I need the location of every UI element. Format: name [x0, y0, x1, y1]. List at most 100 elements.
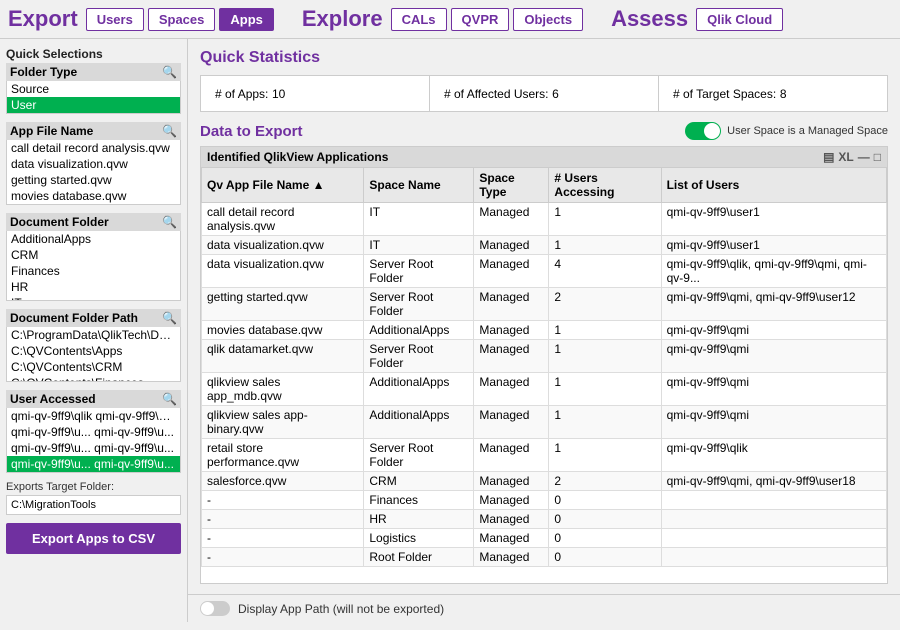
table-header-row: Qv App File Name ▲ Space Name Space Type… [202, 168, 887, 203]
list-item[interactable]: call detail record analysis.qvw [7, 140, 180, 156]
list-item[interactable]: movies database.qvw [7, 188, 180, 204]
list-item[interactable]: qmi-qv-9ff9\u... qmi-qv-9ff9\u... [7, 424, 180, 440]
list-item[interactable]: CRM [7, 247, 180, 263]
table-cell: Server Root Folder [364, 340, 474, 373]
list-item[interactable]: qmi-qv-9ff9\qlik qmi-qv-9ff9\qmi [7, 408, 180, 424]
table-cell: Managed [474, 373, 549, 406]
document-folder-group: Document Folder 🔍 AdditionalApps CRM Fin… [6, 213, 181, 301]
qlik-cloud-button[interactable]: Qlik Cloud [696, 8, 783, 31]
table-header-label: Identified QlikView Applications [207, 150, 388, 164]
table-cell: Managed [474, 472, 549, 491]
display-app-path-label: Display App Path (will not be exported) [238, 602, 444, 616]
num-spaces-stat: # of Target Spaces: 8 [659, 76, 887, 111]
top-nav: Export Users Spaces Apps Explore CALs QV… [0, 0, 900, 39]
table-cell: salesforce.qvw [202, 472, 364, 491]
table-cell: Managed [474, 203, 549, 236]
folder-type-list: Source User [6, 81, 181, 114]
folder-type-user[interactable]: User [7, 97, 180, 113]
col-list-users[interactable]: List of Users [661, 168, 886, 203]
col-space-type[interactable]: Space Type [474, 168, 549, 203]
folder-type-search-icon[interactable]: 🔍 [162, 65, 177, 79]
table-cell: qmi-qv-9ff9\qmi [661, 406, 886, 439]
table-cell: call detail record analysis.qvw [202, 203, 364, 236]
table-row: qlikview sales app-binary.qvwAdditionalA… [202, 406, 887, 439]
table-cell: 4 [549, 255, 661, 288]
table-cell: Server Root Folder [364, 288, 474, 321]
quick-stats-title: Quick Statistics [200, 49, 888, 67]
table-cell: - [202, 491, 364, 510]
table-icons: ▤ XL — □ [823, 150, 881, 164]
table-grid-icon[interactable]: ▤ [823, 150, 834, 164]
table-cell: Managed [474, 321, 549, 340]
table-cell: Server Root Folder [364, 439, 474, 472]
table-cell: qmi-qv-9ff9\qlik [661, 439, 886, 472]
col-qv-app[interactable]: Qv App File Name ▲ [202, 168, 364, 203]
table-row: movies database.qvwAdditionalAppsManaged… [202, 321, 887, 340]
num-users-value: 6 [552, 87, 559, 101]
table-scroll[interactable]: Qv App File Name ▲ Space Name Space Type… [201, 167, 887, 583]
table-cell: 1 [549, 340, 661, 373]
table-row: data visualization.qvwServer Root Folder… [202, 255, 887, 288]
app-file-name-search-icon[interactable]: 🔍 [162, 124, 177, 138]
exports-target-path-input[interactable] [6, 495, 181, 515]
table-cell: Root Folder [364, 548, 474, 567]
list-item[interactable]: data visualization.qvw [7, 156, 180, 172]
table-window-icon[interactable]: □ [874, 150, 881, 164]
user-accessed-label: User Accessed [10, 392, 96, 406]
bottom-bar: Display App Path (will not be exported) [188, 594, 900, 622]
table-cell: qmi-qv-9ff9\user1 [661, 236, 886, 255]
qvpr-button[interactable]: QVPR [451, 8, 510, 31]
folder-type-label: Folder Type [10, 65, 77, 79]
document-folder-label: Document Folder [10, 215, 109, 229]
toggle-knob [704, 123, 720, 139]
document-folder-path-search-icon[interactable]: 🔍 [162, 311, 177, 325]
users-button[interactable]: Users [86, 8, 144, 31]
list-item[interactable]: AdditionalApps [7, 231, 180, 247]
table-row: -FinancesManaged0 [202, 491, 887, 510]
apps-table: Qv App File Name ▲ Space Name Space Type… [201, 167, 887, 567]
table-cell: 0 [549, 510, 661, 529]
spaces-button[interactable]: Spaces [148, 8, 216, 31]
toggle-sm-knob [201, 602, 214, 615]
apps-button[interactable]: Apps [219, 8, 274, 31]
table-wrapper: Identified QlikView Applications ▤ XL — … [200, 146, 888, 584]
list-item[interactable]: IT [7, 295, 180, 301]
data-export-title: Data to Export [200, 123, 303, 140]
list-item[interactable]: C:\ProgramData\QlikTech\Docum... [7, 327, 180, 343]
display-app-path-toggle[interactable] [200, 601, 230, 616]
user-accessed-search-icon[interactable]: 🔍 [162, 392, 177, 406]
table-cell: qmi-qv-9ff9\qlik, qmi-qv-9ff9\qmi, qmi-q… [661, 255, 886, 288]
assess-section-label: Assess [611, 6, 688, 32]
col-space-name[interactable]: Space Name [364, 168, 474, 203]
table-cell: - [202, 548, 364, 567]
list-item[interactable]: Finances [7, 263, 180, 279]
list-item[interactable]: qmi-qv-9ff9\u... qmi-qv-9ff9\u... [7, 440, 180, 456]
list-item[interactable]: C:\QVContents\CRM [7, 359, 180, 375]
left-panel: Quick Selections Folder Type 🔍 Source Us… [0, 39, 188, 622]
document-folder-search-icon[interactable]: 🔍 [162, 215, 177, 229]
table-cell: AdditionalApps [364, 373, 474, 406]
objects-button[interactable]: Objects [513, 8, 583, 31]
table-xl-icon[interactable]: XL [838, 150, 853, 164]
list-item[interactable]: getting started.qvw [7, 172, 180, 188]
export-apps-button[interactable]: Export Apps to CSV [6, 523, 181, 554]
user-accessed-list: qmi-qv-9ff9\qlik qmi-qv-9ff9\qmi qmi-qv-… [6, 408, 181, 473]
table-cell: movies database.qvw [202, 321, 364, 340]
list-item[interactable]: qmi-qv-9ff9\u... qmi-qv-9ff9\u... [7, 456, 180, 472]
app-file-name-label: App File Name [10, 124, 93, 138]
col-users-accessing[interactable]: # Users Accessing [549, 168, 661, 203]
table-cell [661, 510, 886, 529]
table-cell: qmi-qv-9ff9\qmi, qmi-qv-9ff9\user12 [661, 288, 886, 321]
table-cell: - [202, 529, 364, 548]
folder-type-source[interactable]: Source [7, 81, 180, 97]
list-item[interactable]: HR [7, 279, 180, 295]
num-apps-stat: # of Apps: 10 [201, 76, 430, 111]
cals-button[interactable]: CALs [391, 8, 447, 31]
table-minimize-icon[interactable]: — [858, 150, 870, 164]
app-file-name-list: call detail record analysis.qvw data vis… [6, 140, 181, 205]
list-item[interactable]: C:\QVContents\Apps [7, 343, 180, 359]
data-export-header: Data to Export User Space is a Managed S… [200, 122, 888, 140]
document-folder-list: AdditionalApps CRM Finances HR IT [6, 231, 181, 301]
managed-space-toggle[interactable] [685, 122, 721, 140]
list-item[interactable]: C:\QVContents\Finances [7, 375, 180, 382]
